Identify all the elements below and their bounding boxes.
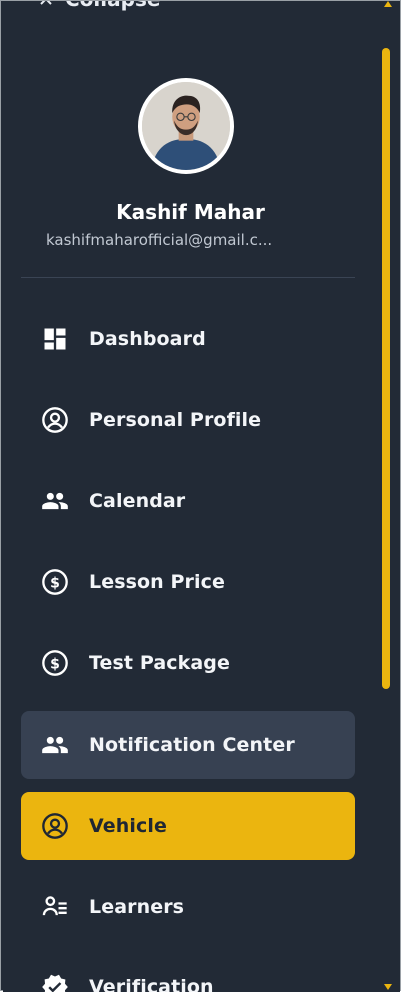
scroll-down-arrow-icon[interactable] xyxy=(384,984,392,990)
nav-item-label: Verification xyxy=(89,976,214,992)
avatar-photo xyxy=(142,82,230,170)
account-circle-icon xyxy=(41,406,69,434)
nav-item-dashboard[interactable]: Dashboard xyxy=(21,305,355,373)
collapse-button[interactable]: Collapse xyxy=(39,1,160,11)
verified-badge-icon xyxy=(41,973,69,992)
sidebar-scrollbar[interactable] xyxy=(378,1,400,992)
scrollbar-thumb[interactable] xyxy=(382,48,390,689)
nav-item-vehicle[interactable]: Vehicle xyxy=(21,792,355,860)
account-circle-icon xyxy=(41,812,69,840)
sidebar: Collapse Kashif Mahar kashifmaharofficia… xyxy=(3,1,378,992)
nav-item-notification-center[interactable]: Notification Center xyxy=(21,711,355,779)
nav-item-label: Notification Center xyxy=(89,734,295,756)
nav-item-label: Dashboard xyxy=(89,328,206,350)
svg-text:$: $ xyxy=(50,575,60,591)
dashboard-icon xyxy=(41,325,69,353)
nav-item-label: Test Package xyxy=(89,652,230,674)
nav-item-verification[interactable]: Verification xyxy=(21,953,355,992)
avatar[interactable] xyxy=(138,78,234,174)
nav-item-label: Personal Profile xyxy=(89,409,262,431)
dollar-circle-icon: $ xyxy=(41,568,69,596)
nav-item-label: Vehicle xyxy=(89,815,167,837)
nav-item-lesson-price[interactable]: $ Lesson Price xyxy=(21,548,355,616)
nav-item-test-package[interactable]: $ Test Package xyxy=(21,629,355,697)
divider xyxy=(21,277,355,278)
people-icon xyxy=(41,731,69,759)
nav-item-label: Calendar xyxy=(89,490,186,512)
user-name: Kashif Mahar xyxy=(116,200,265,224)
nav-item-calendar[interactable]: Calendar xyxy=(21,467,355,535)
scroll-up-arrow-icon[interactable] xyxy=(384,1,392,7)
nav-item-label: Learners xyxy=(89,896,185,918)
collapse-icon xyxy=(40,1,52,5)
people-icon xyxy=(41,487,69,515)
person-list-icon xyxy=(41,893,69,921)
nav-item-learners[interactable]: Learners xyxy=(21,873,355,941)
nav-item-label: Lesson Price xyxy=(89,571,225,593)
nav-item-personal-profile[interactable]: Personal Profile xyxy=(21,386,355,454)
svg-text:$: $ xyxy=(50,656,60,672)
user-email: kashifmaharofficial@gmail.c... xyxy=(46,231,273,249)
dollar-circle-icon: $ xyxy=(41,649,69,677)
app-frame: Collapse Kashif Mahar kashifmaharofficia… xyxy=(0,0,401,992)
collapse-label: Collapse xyxy=(65,1,160,11)
